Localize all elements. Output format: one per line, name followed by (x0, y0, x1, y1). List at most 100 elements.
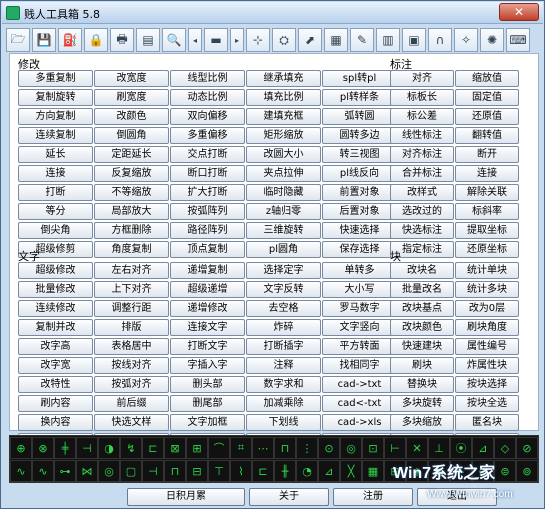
modify-button[interactable]: 扩大打断 (170, 184, 245, 201)
symbol-icon[interactable]: ⊣ (142, 460, 164, 482)
text-button[interactable]: 批量修改 (18, 281, 93, 298)
annotate-button[interactable]: 还原值 (455, 108, 519, 125)
sheet-icon[interactable]: ▥ (376, 28, 400, 52)
text-button[interactable]: 注释 (246, 357, 321, 374)
modify-button[interactable]: 等分 (18, 203, 93, 220)
symbol-icon[interactable]: ⋈ (76, 460, 98, 482)
pan-right-icon[interactable]: ▸ (230, 28, 244, 52)
open-folder-icon[interactable]: 🗁 (6, 28, 30, 52)
annotate-button[interactable]: 缩放值 (455, 70, 519, 87)
modify-button[interactable]: 双向偏移 (170, 108, 245, 125)
calendar-button[interactable]: 日积月累 (127, 488, 245, 506)
modify-button[interactable]: 临时隐藏 (246, 184, 321, 201)
zoom-icon[interactable]: 🔍 (162, 28, 186, 52)
modify-button[interactable]: 矩形缩放 (246, 127, 321, 144)
symbol-icon[interactable]: ⊣ (76, 437, 98, 459)
annotate-button[interactable]: 解除关联 (455, 184, 519, 201)
block-button[interactable]: 按块全选 (455, 395, 519, 412)
text-button[interactable]: 文字竖向 (322, 319, 397, 336)
text-button[interactable]: 罗马数字 (322, 300, 397, 317)
modify-button[interactable]: 连接 (18, 165, 93, 182)
modify-button[interactable]: pl转样条 (322, 89, 397, 106)
note-icon[interactable]: ✎ (350, 28, 374, 52)
modify-button[interactable]: 后置对象 (322, 203, 397, 220)
modify-button[interactable]: 方向复制 (18, 108, 93, 125)
modify-button[interactable]: 夹点拉伸 (246, 165, 321, 182)
symbol-icon[interactable]: ⋯ (252, 437, 274, 459)
symbol-icon[interactable]: ◑ (98, 437, 120, 459)
text-button[interactable]: 改字高 (18, 338, 93, 355)
modify-button[interactable]: 顶点复制 (170, 241, 245, 258)
symbol-icon[interactable]: ⊙ (318, 437, 340, 459)
modify-button[interactable]: 路径阵列 (170, 222, 245, 239)
block-button[interactable]: 改块基点 (390, 300, 454, 317)
modify-button[interactable]: 交点打断 (170, 146, 245, 163)
table-icon[interactable]: ▤ (136, 28, 160, 52)
annotate-button[interactable]: 标斜率 (455, 203, 519, 220)
symbol-icon[interactable]: ◔ (296, 460, 318, 482)
modify-button[interactable]: pl圆角 (246, 241, 321, 258)
symbol-icon[interactable]: ⊿ (472, 437, 494, 459)
symbol-icon[interactable]: ⊶ (54, 460, 76, 482)
text-button[interactable]: 连接文字 (170, 319, 245, 336)
symbol-icon[interactable]: ⊓ (164, 460, 186, 482)
modify-button[interactable]: 定距延长 (94, 146, 169, 163)
about-button[interactable]: 关于 (249, 488, 329, 506)
symbol-icon[interactable]: ▦ (362, 460, 384, 482)
text-button[interactable]: 快选文样 (94, 414, 169, 431)
modify-button[interactable]: 前置对象 (322, 184, 397, 201)
symbol-icon[interactable]: ⋮ (296, 437, 318, 459)
text-button[interactable]: 字插入字 (170, 357, 245, 374)
shape-icon[interactable]: ⛭ (272, 28, 296, 52)
stamp-icon[interactable]: ⛽ (58, 28, 82, 52)
block-button[interactable]: 按块选择 (455, 376, 519, 393)
symbol-icon[interactable]: ⦿ (450, 437, 472, 459)
symbol-icon[interactable]: ╳ (340, 460, 362, 482)
modify-button[interactable]: 动态比例 (170, 89, 245, 106)
symbol-icon[interactable]: ↯ (120, 437, 142, 459)
modify-button[interactable]: 倒圆角 (94, 127, 169, 144)
modify-button[interactable]: 改宽度 (94, 70, 169, 87)
modify-button[interactable]: 建填充框 (246, 108, 321, 125)
text-button[interactable]: 加减乘除 (246, 395, 321, 412)
symbol-icon[interactable]: ⊥ (428, 437, 450, 459)
modify-button[interactable]: 不等缩放 (94, 184, 169, 201)
lock-icon[interactable]: 🔒 (84, 28, 108, 52)
modify-button[interactable]: 继承填充 (246, 70, 321, 87)
modify-button[interactable]: 线型比例 (170, 70, 245, 87)
text-button[interactable]: 找相同字 (322, 357, 397, 374)
symbol-icon[interactable]: ⊞ (186, 437, 208, 459)
close-button[interactable]: ✕ (499, 3, 539, 21)
text-button[interactable]: 按线对齐 (94, 357, 169, 374)
block-button[interactable]: 改为0层 (455, 300, 519, 317)
modify-button[interactable]: 填充比例 (246, 89, 321, 106)
modify-button[interactable]: pl线反向 (322, 165, 397, 182)
symbol-icon[interactable]: ⊟ (186, 460, 208, 482)
print-icon[interactable]: 🖶 (110, 28, 134, 52)
symbol-icon[interactable]: ╪ (54, 437, 76, 459)
text-button[interactable]: 刷内容 (18, 395, 93, 412)
text-button[interactable]: 文字加框 (170, 414, 245, 431)
symbol-icon[interactable]: ⌇ (230, 460, 252, 482)
block-button[interactable]: 多块旋转 (390, 395, 454, 412)
symbol-icon[interactable]: ▢ (120, 460, 142, 482)
text-button[interactable]: cad->txt (322, 376, 397, 393)
modify-button[interactable]: 连续复制 (18, 127, 93, 144)
modify-button[interactable]: 弧转圆 (322, 108, 397, 125)
text-button[interactable]: 文字反转 (246, 281, 321, 298)
symbol-icon[interactable]: ╫ (274, 460, 296, 482)
symbol-icon[interactable]: ⌒ (208, 437, 230, 459)
block-button[interactable]: 替换块 (390, 376, 454, 393)
modify-button[interactable]: 复制旋转 (18, 89, 93, 106)
annotate-button[interactable]: 标板长 (390, 89, 454, 106)
modify-button[interactable]: 刷宽度 (94, 89, 169, 106)
modify-button[interactable]: 局部放大 (94, 203, 169, 220)
text-button[interactable]: 超级修改 (18, 262, 93, 279)
magnet-icon[interactable]: ∩ (428, 28, 452, 52)
symbol-icon[interactable]: ✕ (406, 437, 428, 459)
annotate-button[interactable]: 翻转值 (455, 127, 519, 144)
text-button[interactable]: 打断文字 (170, 338, 245, 355)
symbol-icon[interactable]: ∿ (10, 460, 32, 482)
symbol-icon[interactable]: ⊠ (164, 437, 186, 459)
modify-button[interactable]: 改圆大小 (246, 146, 321, 163)
